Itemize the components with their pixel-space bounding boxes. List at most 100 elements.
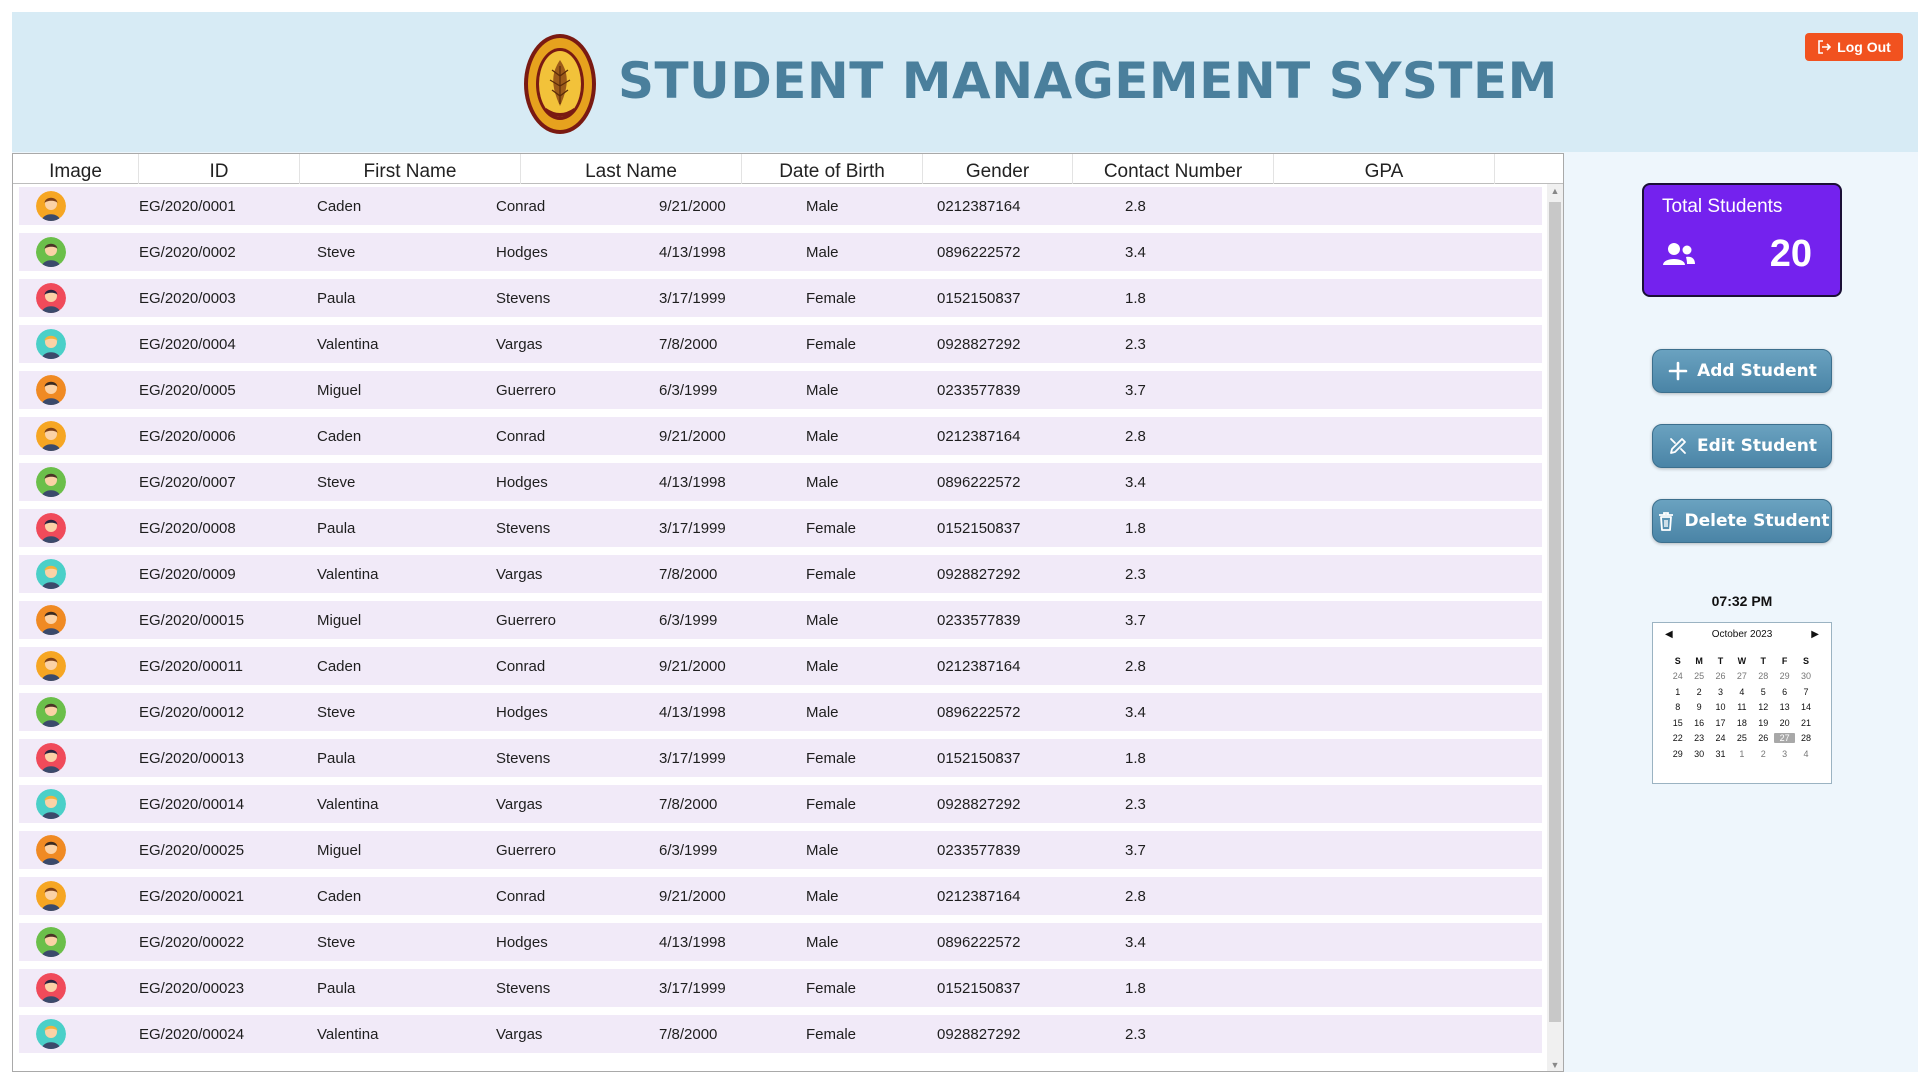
table-row[interactable]: EG/2020/0001 Caden Conrad 9/21/2000 Male 0212… bbox=[19, 187, 1542, 225]
calendar-day[interactable]: 20 bbox=[1774, 718, 1795, 728]
calendar-day[interactable]: 3 bbox=[1774, 749, 1795, 759]
column-header-date-of-birth[interactable]: Date of Birth bbox=[742, 154, 923, 184]
calendar-day[interactable]: 7 bbox=[1795, 687, 1816, 697]
column-header-contact-number[interactable]: Contact Number bbox=[1073, 154, 1274, 184]
last-name-cell: Stevens bbox=[496, 749, 551, 767]
calendar-day[interactable]: 13 bbox=[1774, 702, 1795, 712]
calendar-day[interactable]: 28 bbox=[1753, 671, 1774, 681]
calendar-day[interactable]: 6 bbox=[1774, 687, 1795, 697]
last-name-cell: Vargas bbox=[496, 1025, 543, 1043]
date-of-birth-cell: 3/17/1999 bbox=[659, 289, 726, 307]
calendar-day[interactable]: 22 bbox=[1667, 733, 1688, 743]
table-row[interactable]: EG/2020/00022 Steve Hodges 4/13/1998 Male 089… bbox=[19, 923, 1542, 961]
calendar-day[interactable]: 23 bbox=[1688, 733, 1709, 743]
previous-month-icon[interactable]: ◀ bbox=[1665, 629, 1673, 640]
calendar-day[interactable]: 4 bbox=[1795, 749, 1816, 759]
calendar-day[interactable]: 27 bbox=[1731, 671, 1752, 681]
calendar-day[interactable]: 25 bbox=[1731, 733, 1752, 743]
edit-student-button[interactable]: Edit Student bbox=[1652, 424, 1832, 468]
logout-button[interactable]: Log Out bbox=[1805, 33, 1903, 61]
calendar-day[interactable]: 1 bbox=[1731, 749, 1752, 759]
last-name-cell: Conrad bbox=[496, 427, 546, 445]
calendar-day[interactable]: 19 bbox=[1753, 718, 1774, 728]
calendar-day[interactable]: 17 bbox=[1710, 718, 1731, 728]
calendar-day[interactable]: 28 bbox=[1795, 733, 1816, 743]
calendar-day[interactable]: 25 bbox=[1688, 671, 1709, 681]
column-header-id[interactable]: ID bbox=[139, 154, 300, 184]
column-header-first-name[interactable]: First Name bbox=[300, 154, 521, 184]
calendar-day[interactable]: 30 bbox=[1688, 749, 1709, 759]
table-row[interactable]: EG/2020/00011 Caden Conrad 9/21/2000 Male 021… bbox=[19, 647, 1542, 685]
calendar-day[interactable]: 14 bbox=[1795, 702, 1816, 712]
calendar-day[interactable]: 5 bbox=[1753, 687, 1774, 697]
calendar-day[interactable]: 2 bbox=[1688, 687, 1709, 697]
calendar-day[interactable]: 24 bbox=[1710, 733, 1731, 743]
calendar-day[interactable]: 26 bbox=[1710, 671, 1731, 681]
avatar-cell bbox=[36, 233, 66, 271]
delete-student-button[interactable]: Delete Student bbox=[1652, 499, 1832, 543]
add-student-button[interactable]: Add Student bbox=[1652, 349, 1832, 393]
calendar-day[interactable]: 9 bbox=[1688, 702, 1709, 712]
table-row[interactable]: EG/2020/00014 Valentina Vargas 7/8/2000 Fema… bbox=[19, 785, 1542, 823]
clock-time: 07:32 PM bbox=[1711, 593, 1773, 609]
calendar-weekday: M bbox=[1695, 655, 1703, 666]
calendar-month-label[interactable]: October 2023 bbox=[1712, 629, 1773, 640]
gpa-cell: 2.8 bbox=[1125, 887, 1146, 905]
next-month-icon[interactable]: ▶ bbox=[1811, 629, 1819, 640]
calendar-day[interactable]: 11 bbox=[1731, 702, 1752, 712]
calendar-day[interactable]: 4 bbox=[1731, 687, 1752, 697]
first-name-cell: Miguel bbox=[317, 841, 362, 859]
calendar-day[interactable]: 18 bbox=[1731, 718, 1752, 728]
last-name-cell: Conrad bbox=[496, 657, 546, 675]
scroll-down-icon[interactable]: ▼ bbox=[1547, 1058, 1563, 1071]
column-header-image[interactable]: Image bbox=[13, 154, 139, 184]
calendar-day[interactable]: 12 bbox=[1753, 702, 1774, 712]
table-row[interactable]: EG/2020/00021 Caden Conrad 9/21/2000 Male 021… bbox=[19, 877, 1542, 915]
table-row[interactable]: EG/2020/00023 Paula Stevens 3/17/1999 Female… bbox=[19, 969, 1542, 1007]
column-header-last-name[interactable]: Last Name bbox=[521, 154, 742, 184]
calendar-day[interactable]: 15 bbox=[1667, 718, 1688, 728]
table-row[interactable]: EG/2020/0003 Paula Stevens 3/17/1999 Female 0… bbox=[19, 279, 1542, 317]
contact-number-cell: 0928827292 bbox=[937, 565, 1021, 583]
table-row[interactable]: EG/2020/0008 Paula Stevens 3/17/1999 Female 0… bbox=[19, 509, 1542, 547]
column-header-gender[interactable]: Gender bbox=[923, 154, 1073, 184]
table-scrollbar[interactable]: ▲ ▼ bbox=[1547, 184, 1563, 1071]
calendar-day[interactable]: 8 bbox=[1667, 702, 1688, 712]
table-row[interactable]: EG/2020/00015 Miguel Guerrero 6/3/1999 Male 0… bbox=[19, 601, 1542, 639]
first-name-cell: Valentina bbox=[317, 335, 379, 353]
table-row[interactable]: EG/2020/0009 Valentina Vargas 7/8/2000 Femal… bbox=[19, 555, 1542, 593]
calendar-day[interactable]: 26 bbox=[1753, 733, 1774, 743]
table-row[interactable]: EG/2020/00024 Valentina Vargas 7/8/2000 Fema… bbox=[19, 1015, 1542, 1053]
scrollbar-thumb[interactable] bbox=[1549, 202, 1561, 1022]
gpa-cell: 2.8 bbox=[1125, 657, 1146, 675]
table-row[interactable]: EG/2020/0005 Miguel Guerrero 6/3/1999 Male 02… bbox=[19, 371, 1542, 409]
scroll-up-icon[interactable]: ▲ bbox=[1547, 184, 1563, 198]
table-row[interactable]: EG/2020/00013 Paula Stevens 3/17/1999 Female… bbox=[19, 739, 1542, 777]
calendar-day[interactable]: 2 bbox=[1753, 749, 1774, 759]
calendar-day[interactable]: 24 bbox=[1667, 671, 1688, 681]
calendar-day[interactable]: 27 bbox=[1773, 733, 1796, 744]
table-row[interactable]: EG/2020/00012 Steve Hodges 4/13/1998 Male 089… bbox=[19, 693, 1542, 731]
date-of-birth-cell: 3/17/1999 bbox=[659, 519, 726, 537]
calendar-day[interactable]: 31 bbox=[1710, 749, 1731, 759]
table-row[interactable]: EG/2020/0004 Valentina Vargas 7/8/2000 Femal… bbox=[19, 325, 1542, 363]
calendar-day[interactable]: 29 bbox=[1774, 671, 1795, 681]
column-header-gpa[interactable]: GPA bbox=[1274, 154, 1495, 184]
calendar-day[interactable]: 30 bbox=[1795, 671, 1816, 681]
calendar-day[interactable]: 3 bbox=[1710, 687, 1731, 697]
table-row[interactable]: EG/2020/0006 Caden Conrad 9/21/2000 Male 0212… bbox=[19, 417, 1542, 455]
calendar-day[interactable]: 29 bbox=[1667, 749, 1688, 759]
calendar-day[interactable]: 21 bbox=[1795, 718, 1816, 728]
date-of-birth-cell: 9/21/2000 bbox=[659, 427, 726, 445]
calendar-day[interactable]: 16 bbox=[1688, 718, 1709, 728]
last-name-cell: Vargas bbox=[496, 795, 543, 813]
table-row[interactable]: EG/2020/00025 Miguel Guerrero 6/3/1999 Male 0… bbox=[19, 831, 1542, 869]
first-name-cell: Valentina bbox=[317, 1025, 379, 1043]
table-row[interactable]: EG/2020/0007 Steve Hodges 4/13/1998 Male 0896… bbox=[19, 463, 1542, 501]
calendar-day[interactable]: 1 bbox=[1667, 687, 1688, 697]
table-row[interactable]: EG/2020/0002 Steve Hodges 4/13/1998 Male 0896… bbox=[19, 233, 1542, 271]
calendar-day[interactable]: 10 bbox=[1710, 702, 1731, 712]
student-id-cell: EG/2020/00022 bbox=[139, 933, 245, 951]
gpa-cell: 2.3 bbox=[1125, 335, 1146, 353]
female-avatar-teal-icon bbox=[36, 329, 66, 359]
